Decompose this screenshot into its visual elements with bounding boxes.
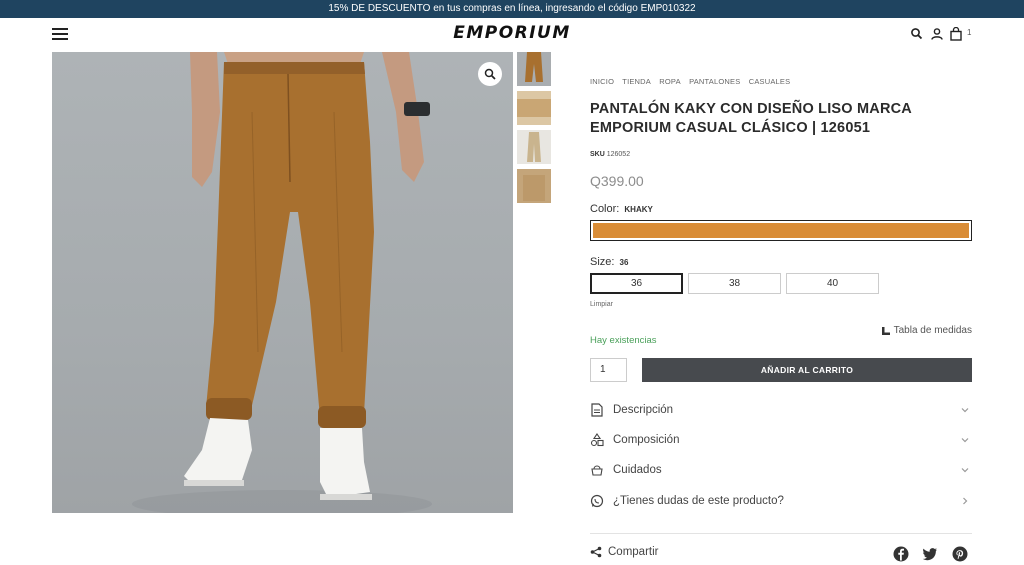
thumbnail-list [517, 52, 551, 208]
size-guide-label: Tabla de medidas [893, 325, 972, 336]
breadcrumb-item[interactable]: TIENDA [622, 77, 651, 86]
user-icon[interactable] [930, 27, 944, 41]
promo-banner: 15% DE DESCUENTO en tus compras en línea… [0, 0, 1024, 18]
share-button[interactable]: Compartir [590, 546, 658, 558]
breadcrumb-item[interactable]: INICIO [590, 77, 614, 86]
product-price: Q399.00 [590, 173, 644, 189]
care-icon [591, 465, 603, 476]
breadcrumb-item[interactable]: ROPA [659, 77, 681, 86]
twitter-icon[interactable] [922, 546, 938, 562]
share-label: Compartir [608, 546, 659, 558]
cart-count: 1 [967, 28, 972, 37]
add-to-cart-button[interactable]: AÑADIR AL CARRITO [642, 358, 972, 382]
color-label: Color: [590, 203, 620, 215]
sku: SKU 126052 [590, 151, 630, 158]
size-selector-label: Size: 36 [590, 256, 628, 268]
stock-status: Hay existencias [590, 335, 657, 346]
sku-value: 126052 [606, 151, 631, 158]
accordion-composition-label: Composición [613, 434, 680, 446]
color-swatch-khaky[interactable] [590, 220, 972, 241]
brand-logo[interactable]: EMPORIUM [0, 23, 1024, 43]
chevron-right-icon [963, 497, 968, 505]
size-option-36[interactable]: 36 [590, 273, 683, 294]
site-header: EMPORIUM 1 [0, 18, 1024, 52]
ruler-icon [881, 326, 890, 335]
thumbnail-1[interactable] [517, 52, 551, 86]
zoom-icon [484, 68, 496, 80]
accordion-description[interactable]: Descripción [590, 399, 972, 421]
accordion-description-label: Descripción [613, 404, 674, 416]
whatsapp-icon [590, 494, 604, 508]
cart-icon[interactable] [949, 27, 963, 41]
pinterest-icon[interactable] [952, 546, 968, 562]
breadcrumb: INICIO TIENDA ROPA PANTALONES CASUALES [590, 77, 796, 86]
product-title: PANTALÓN KAKY CON DISEÑO LISO MARCA EMPO… [590, 101, 912, 136]
color-value: KHAKY [624, 205, 653, 214]
product-questions-link[interactable]: ¿Tienes dudas de este producto? [590, 490, 972, 512]
color-selector-label: Color: KHAKY [590, 203, 653, 215]
document-icon [591, 403, 603, 417]
clear-selection-link[interactable]: Limpiar [590, 301, 613, 308]
accordion-care-label: Cuidados [613, 464, 662, 476]
breadcrumb-item[interactable]: PANTALONES [689, 77, 740, 86]
thumbnail-2[interactable] [517, 91, 551, 125]
facebook-icon[interactable] [893, 546, 909, 562]
promo-text: 15% DE DESCUENTO en tus compras en línea… [328, 3, 696, 14]
accordion-care[interactable]: Cuidados [590, 459, 972, 481]
size-option-40[interactable]: 40 [786, 273, 879, 294]
quantity-input[interactable]: 1 [590, 358, 627, 382]
chevron-down-icon [961, 468, 969, 473]
size-guide-link[interactable]: Tabla de medidas [881, 325, 972, 336]
divider [590, 533, 972, 534]
pants-photo [132, 52, 432, 513]
zoom-button[interactable] [478, 62, 502, 86]
size-option-38[interactable]: 38 [688, 273, 781, 294]
search-icon[interactable] [910, 27, 924, 41]
chevron-down-icon [961, 438, 969, 443]
thumbnail-4[interactable] [517, 169, 551, 203]
breadcrumb-item[interactable]: CASUALES [749, 77, 791, 86]
shapes-icon [590, 433, 604, 447]
sku-label: SKU [590, 151, 605, 158]
accordion-composition[interactable]: Composición [590, 429, 972, 451]
share-icon [590, 546, 602, 558]
size-options: 36 38 40 [590, 273, 884, 294]
thumbnail-3[interactable] [517, 130, 551, 164]
chevron-down-icon [961, 408, 969, 413]
size-value: 36 [619, 258, 629, 267]
product-questions-label: ¿Tienes dudas de este producto? [613, 495, 784, 507]
product-main-image[interactable] [52, 52, 513, 513]
size-label: Size: [590, 256, 615, 268]
